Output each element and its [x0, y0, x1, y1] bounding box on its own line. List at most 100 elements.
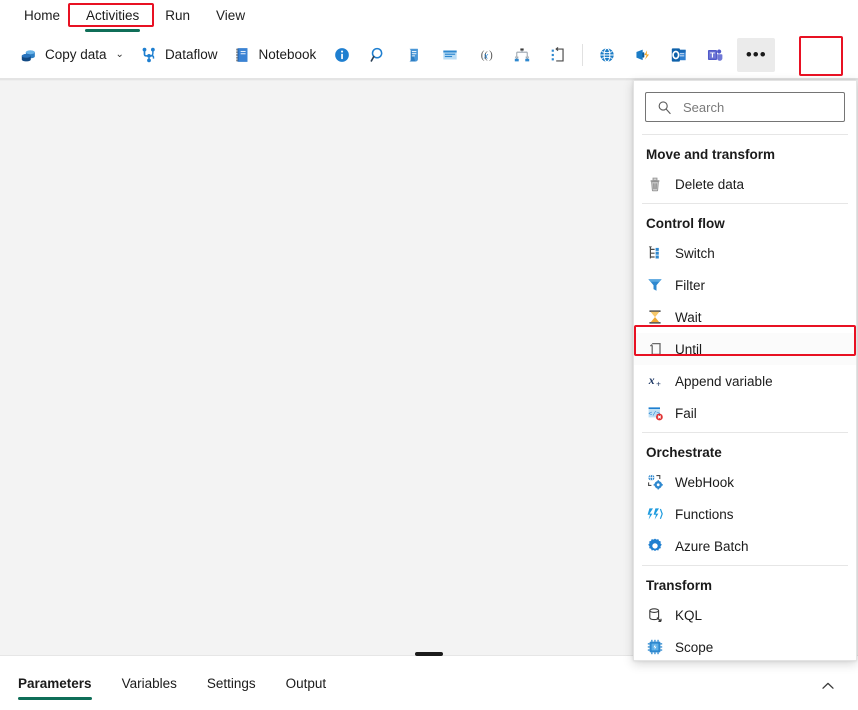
chevron-up-icon	[820, 678, 836, 694]
tab-parameters[interactable]: Parameters	[18, 672, 106, 700]
activities-toolbar: Copy data ⌄ Dataflow	[0, 32, 858, 78]
menu-item-switch-label: Switch	[675, 246, 715, 261]
webhook-icon	[634, 46, 652, 64]
hourglass-icon	[646, 308, 664, 326]
toolbar-stored-procedure-button[interactable]	[432, 38, 468, 72]
ribbon-tab-home-label: Home	[24, 8, 60, 23]
tab-parameters-label: Parameters	[18, 676, 92, 691]
chevron-down-icon[interactable]: ⌄	[116, 50, 124, 60]
tab-output[interactable]: Output	[286, 672, 341, 700]
menu-item-webhook-label: WebHook	[675, 475, 734, 490]
ribbon-tab-activities-label: Activities	[86, 8, 139, 23]
menu-item-kql[interactable]: KQL	[634, 599, 856, 631]
toolbar-divider	[582, 44, 583, 66]
switch-icon	[646, 244, 664, 262]
panel-resize-handle[interactable]	[415, 652, 443, 656]
script-icon	[405, 46, 423, 64]
menu-item-until-label: Until	[675, 342, 702, 357]
flyout-divider-1	[642, 134, 848, 135]
ribbon-tab-run-label: Run	[165, 8, 190, 23]
kql-database-icon	[646, 606, 664, 624]
more-dots-icon: •••	[746, 50, 767, 60]
toolbar-outlook-button[interactable]	[661, 38, 697, 72]
menu-item-wait-label: Wait	[675, 310, 702, 325]
group-title-move-and-transform: Move and transform	[634, 138, 856, 168]
scope-chip-icon	[646, 638, 664, 656]
ribbon-tab-view-label: View	[216, 8, 245, 23]
toolbar-web-button[interactable]	[589, 38, 625, 72]
web-globe-icon	[598, 46, 616, 64]
activities-flyout-menu: Move and transform Delete data Control f…	[633, 80, 857, 661]
tab-settings[interactable]: Settings	[207, 672, 270, 700]
menu-item-fail-label: Fail	[675, 406, 697, 421]
menu-item-functions-label: Functions	[675, 507, 734, 522]
menu-item-webhook[interactable]: WebHook	[634, 466, 856, 498]
outlook-icon	[670, 46, 688, 64]
ribbon-tab-view[interactable]: View	[206, 4, 255, 28]
menu-item-append-variable[interactable]: x + Append variable	[634, 365, 856, 397]
svg-text:(: (	[481, 49, 485, 61]
webhook-gear-icon	[646, 473, 664, 491]
azure-functions-icon	[646, 505, 664, 523]
menu-item-delete-data-label: Delete data	[675, 177, 744, 192]
tab-output-label: Output	[286, 676, 327, 691]
menu-item-azure-batch[interactable]: Azure Batch	[634, 530, 856, 562]
toolbar-switch-button[interactable]	[504, 38, 540, 72]
svg-text:x: x	[648, 374, 655, 387]
toolbar-get-metadata-button[interactable]	[324, 38, 360, 72]
toolbar-notebook-button[interactable]: Notebook	[225, 38, 324, 72]
group-title-control-flow: Control flow	[634, 207, 856, 237]
group-title-orchestrate: Orchestrate	[634, 436, 856, 466]
toolbar-copy-data-button[interactable]: Copy data ⌄	[12, 38, 132, 72]
gear-icon	[646, 537, 664, 555]
tab-variables[interactable]: Variables	[122, 672, 191, 700]
dataflow-icon	[140, 46, 158, 64]
ribbon-tab-run[interactable]: Run	[155, 4, 200, 28]
until-loop-icon	[646, 340, 664, 358]
flyout-divider-3	[642, 432, 848, 433]
flyout-divider-2	[642, 203, 848, 204]
toolbar-dataflow-label: Dataflow	[165, 47, 218, 62]
menu-item-until[interactable]: Until	[634, 333, 856, 365]
tab-variables-label: Variables	[122, 676, 177, 691]
pipeline-editor-window: Home Activities Run View	[0, 0, 858, 710]
menu-item-filter[interactable]: Filter	[634, 269, 856, 301]
toolbar-teams-button[interactable]: T	[697, 38, 733, 72]
flyout-divider-4	[642, 565, 848, 566]
lookup-search-icon	[369, 46, 387, 64]
group-title-transform: Transform	[634, 569, 856, 599]
toolbar-lookup-button[interactable]	[360, 38, 396, 72]
flyout-search-area	[634, 81, 856, 131]
menu-item-fail[interactable]: </> Fail	[634, 397, 856, 429]
menu-item-wait[interactable]: Wait	[634, 301, 856, 333]
menu-item-append-variable-label: Append variable	[675, 374, 773, 389]
menu-item-functions[interactable]: Functions	[634, 498, 856, 530]
search-input[interactable]	[681, 99, 835, 116]
trash-icon	[646, 175, 664, 193]
properties-tab-bar: Parameters Variables Settings Output	[18, 672, 356, 700]
toolbar-notebook-label: Notebook	[258, 47, 316, 62]
toolbar-until-button[interactable]	[540, 38, 576, 72]
info-icon	[333, 46, 351, 64]
toolbar-copy-data-label: Copy data	[45, 47, 107, 62]
tab-settings-label: Settings	[207, 676, 256, 691]
menu-item-scope-label: Scope	[675, 640, 713, 655]
menu-item-switch[interactable]: Switch	[634, 237, 856, 269]
search-box[interactable]	[645, 92, 845, 122]
svg-text:): )	[489, 49, 493, 61]
more-activities-button[interactable]: •••	[737, 38, 775, 72]
toolbar-script-button[interactable]	[396, 38, 432, 72]
copy-data-icon	[20, 46, 38, 64]
ribbon-tab-home[interactable]: Home	[14, 4, 70, 28]
ribbon-tab-activities[interactable]: Activities	[76, 4, 149, 28]
menu-item-scope[interactable]: Scope	[634, 631, 856, 661]
append-variable-icon: x +	[646, 372, 664, 390]
toolbar-set-variable-button[interactable]: ( x ( )	[468, 38, 504, 72]
collapse-panel-button[interactable]	[816, 674, 840, 698]
until-loop-icon	[549, 46, 567, 64]
fail-code-icon: </>	[646, 404, 664, 422]
toolbar-webhook-button[interactable]	[625, 38, 661, 72]
toolbar-dataflow-button[interactable]: Dataflow	[132, 38, 226, 72]
menu-item-delete-data[interactable]: Delete data	[634, 168, 856, 200]
switch-branch-icon	[513, 46, 531, 64]
